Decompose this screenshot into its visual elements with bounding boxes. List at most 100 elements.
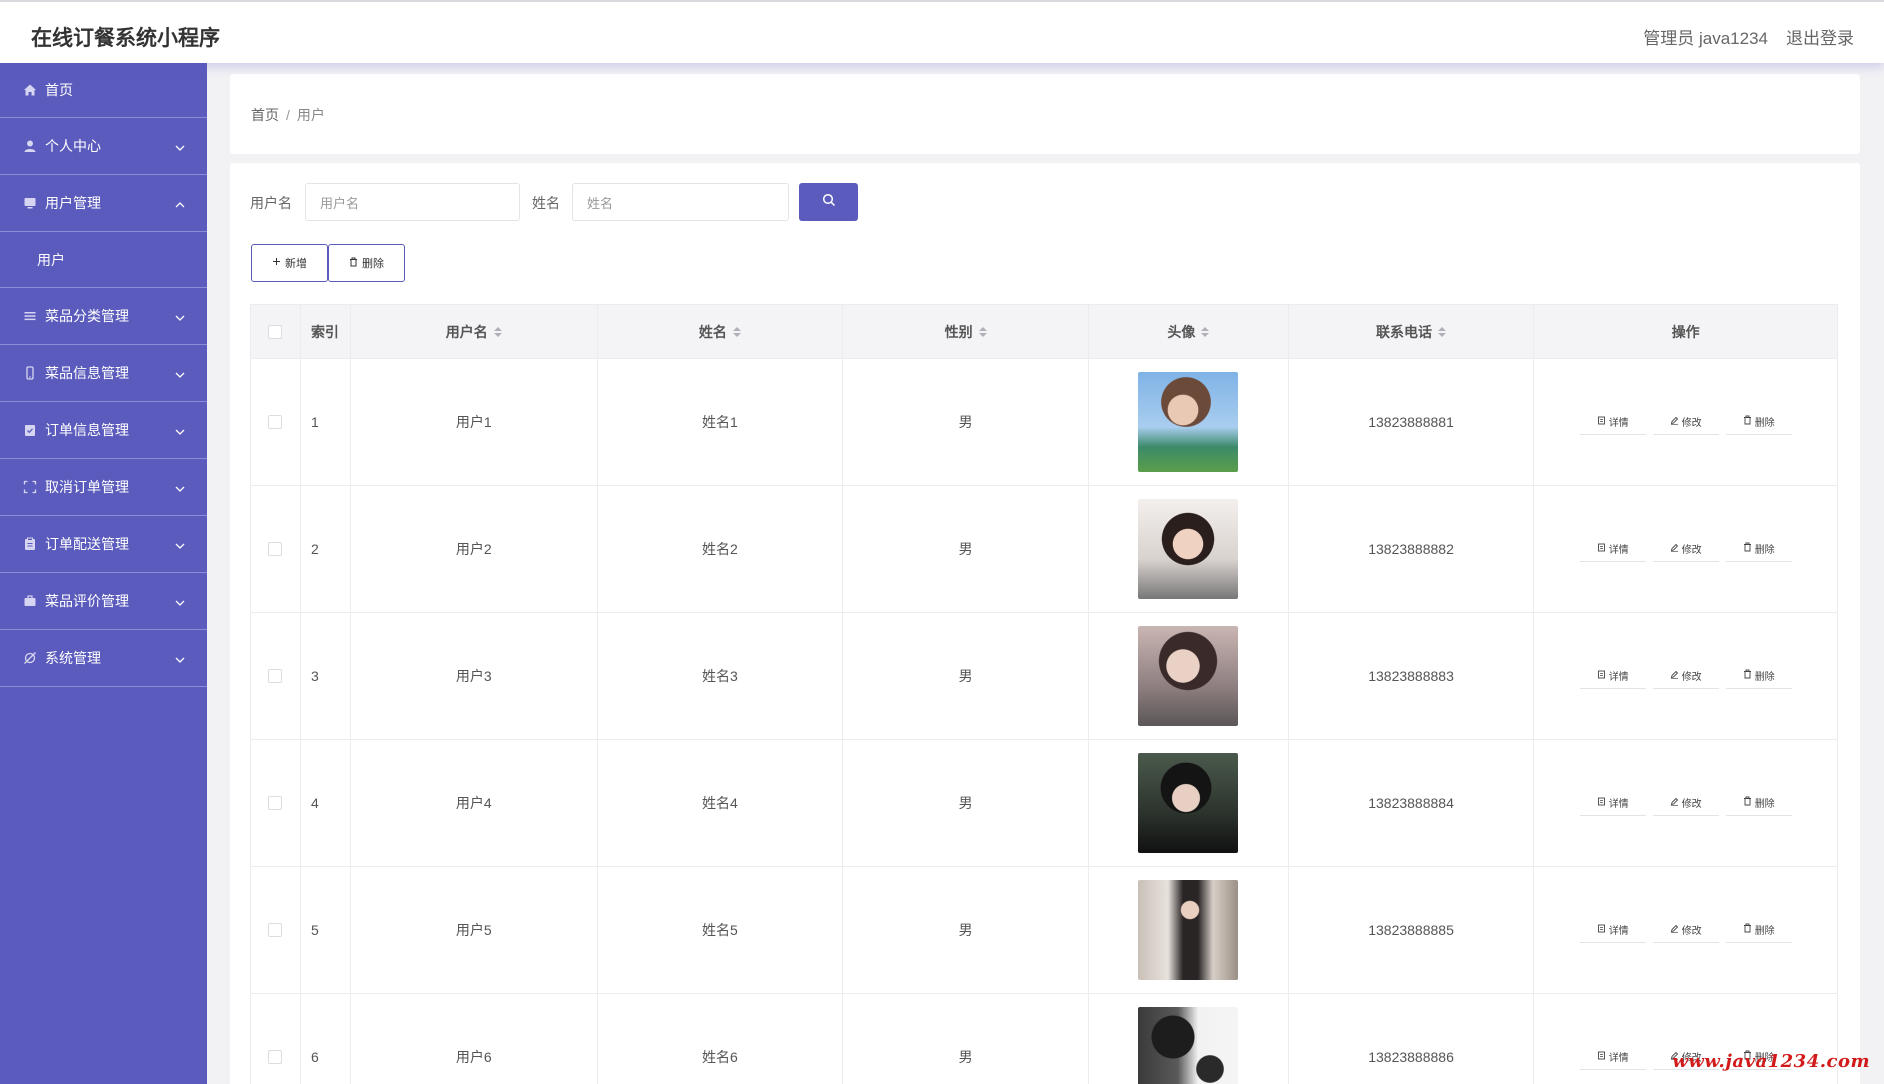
row-checkbox[interactable] xyxy=(268,923,283,937)
sidebar-item-home[interactable]: 首页 xyxy=(0,63,207,118)
trash-icon xyxy=(349,257,358,270)
sidebar-item-order-delivery[interactable]: 订单配送管理 xyxy=(0,516,207,573)
row-delete-button[interactable]: 删除 xyxy=(1725,409,1792,435)
cell-name: 姓名1 xyxy=(598,359,844,485)
row-select-cell xyxy=(251,740,301,866)
avatar[interactable] xyxy=(1138,499,1239,599)
edit-button[interactable]: 修改 xyxy=(1652,917,1719,943)
row-checkbox[interactable] xyxy=(268,542,283,556)
chevron-up-icon xyxy=(175,195,185,211)
detail-button[interactable]: 详情 xyxy=(1579,663,1646,689)
detail-label: 详情 xyxy=(1608,1053,1629,1064)
sidebar-item-dish-category[interactable]: 菜品分类管理 xyxy=(0,288,207,345)
sidebar-subitem-label: 用户 xyxy=(37,251,65,268)
add-button[interactable]: 新增 xyxy=(251,244,328,282)
cell-gender: 男 xyxy=(843,486,1089,612)
edit-button[interactable]: 修改 xyxy=(1652,409,1719,435)
sort-icon[interactable] xyxy=(493,326,502,337)
sort-icon[interactable] xyxy=(732,326,741,337)
name-label: 姓名 xyxy=(532,195,560,211)
sort-icon[interactable] xyxy=(1201,326,1210,337)
watermark: www.java1234.com xyxy=(1672,1051,1870,1072)
cell-avatar xyxy=(1089,486,1289,612)
cell-gender: 男 xyxy=(843,359,1089,485)
header-avatar[interactable]: 头像 xyxy=(1089,305,1289,358)
logout-link[interactable]: 退出登录 xyxy=(1786,24,1854,49)
cell-index: 5 xyxy=(301,867,351,993)
header-phone[interactable]: 联系电话 xyxy=(1289,305,1535,358)
sidebar-item-label: 订单信息管理 xyxy=(45,422,129,438)
list-icon xyxy=(22,308,38,324)
row-delete-label: 删除 xyxy=(1754,418,1775,429)
main-card: 用户名 用户名 姓名 姓名 新增 删除 索引 用户名 姓名 性别 头像 联系电话… xyxy=(230,163,1860,1084)
header-gender[interactable]: 性别 xyxy=(843,305,1089,358)
detail-button[interactable]: 详情 xyxy=(1579,536,1646,562)
edit-icon xyxy=(1670,924,1679,936)
edit-button[interactable]: 修改 xyxy=(1652,663,1719,689)
sidebar-item-cancel-order[interactable]: 取消订单管理 xyxy=(0,459,207,516)
sidebar-item-label: 取消订单管理 xyxy=(45,479,129,495)
phone-icon xyxy=(22,365,38,381)
header-name[interactable]: 姓名 xyxy=(598,305,844,358)
header-gender-label: 性别 xyxy=(944,323,973,340)
sidebar-item-personal-center[interactable]: 个人中心 xyxy=(0,118,207,175)
detail-button[interactable]: 详情 xyxy=(1579,790,1646,816)
cell-phone: 13823888885 xyxy=(1289,867,1535,993)
chevron-down-icon xyxy=(175,138,185,154)
row-checkbox[interactable] xyxy=(268,1050,283,1064)
row-delete-button[interactable]: 删除 xyxy=(1725,790,1792,816)
delete-button[interactable]: 删除 xyxy=(328,244,405,282)
breadcrumb-separator: / xyxy=(286,107,290,123)
detail-button[interactable]: 详情 xyxy=(1579,409,1646,435)
row-select-cell xyxy=(251,994,301,1084)
header-index: 索引 xyxy=(301,305,351,358)
select-all-checkbox[interactable] xyxy=(268,324,283,339)
sidebar-item-label: 订单配送管理 xyxy=(45,536,129,552)
cell-username: 用户3 xyxy=(351,613,598,739)
search-button[interactable] xyxy=(799,183,858,221)
cell-actions: 详情 修改 删除 xyxy=(1534,486,1837,612)
header-avatar-label: 头像 xyxy=(1167,323,1196,340)
breadcrumb-home[interactable]: 首页 xyxy=(251,107,279,123)
table-row: 4 用户4 姓名4 男 13823888884 详情 修改 删除 xyxy=(251,740,1837,867)
sidebar-item-order-info[interactable]: 订单信息管理 xyxy=(0,402,207,459)
avatar[interactable] xyxy=(1138,626,1239,726)
chevron-down-icon xyxy=(175,308,185,324)
home-icon xyxy=(22,82,38,98)
username-search-input[interactable]: 用户名 xyxy=(305,183,520,221)
detail-label: 详情 xyxy=(1608,545,1629,556)
sidebar-item-system[interactable]: 系统管理 xyxy=(0,630,207,687)
header-username[interactable]: 用户名 xyxy=(351,305,598,358)
row-delete-button[interactable]: 删除 xyxy=(1725,663,1792,689)
detail-button[interactable]: 详情 xyxy=(1579,1044,1646,1070)
sidebar-item-user-management[interactable]: 用户管理 xyxy=(0,175,207,232)
search-icon xyxy=(822,193,836,212)
sidebar-item-dish-info[interactable]: 菜品信息管理 xyxy=(0,345,207,402)
row-delete-button[interactable]: 删除 xyxy=(1725,536,1792,562)
cell-gender: 男 xyxy=(843,994,1089,1084)
name-search-input[interactable]: 姓名 xyxy=(572,183,789,221)
sidebar-item-label: 菜品分类管理 xyxy=(45,308,129,324)
avatar[interactable] xyxy=(1138,880,1239,980)
cell-actions: 详情 修改 删除 xyxy=(1534,613,1837,739)
row-delete-button[interactable]: 删除 xyxy=(1725,917,1792,943)
edit-button[interactable]: 修改 xyxy=(1652,790,1719,816)
detail-label: 详情 xyxy=(1608,926,1629,937)
row-checkbox[interactable] xyxy=(268,415,283,429)
row-checkbox[interactable] xyxy=(268,796,283,810)
detail-button[interactable]: 详情 xyxy=(1579,917,1646,943)
chevron-down-icon xyxy=(175,536,185,552)
row-checkbox[interactable] xyxy=(268,669,283,683)
avatar[interactable] xyxy=(1138,372,1239,472)
cell-phone: 13823888884 xyxy=(1289,740,1535,866)
file-icon xyxy=(1597,670,1606,682)
sort-icon[interactable] xyxy=(978,326,987,337)
trash-icon xyxy=(1743,669,1752,682)
avatar[interactable] xyxy=(1138,1007,1239,1084)
sidebar-subitem-users[interactable]: 用户 xyxy=(0,232,207,288)
edit-label: 修改 xyxy=(1681,545,1702,556)
edit-button[interactable]: 修改 xyxy=(1652,536,1719,562)
sidebar-item-dish-review[interactable]: 菜品评价管理 xyxy=(0,573,207,630)
avatar[interactable] xyxy=(1138,753,1239,853)
sort-icon[interactable] xyxy=(1438,326,1447,337)
